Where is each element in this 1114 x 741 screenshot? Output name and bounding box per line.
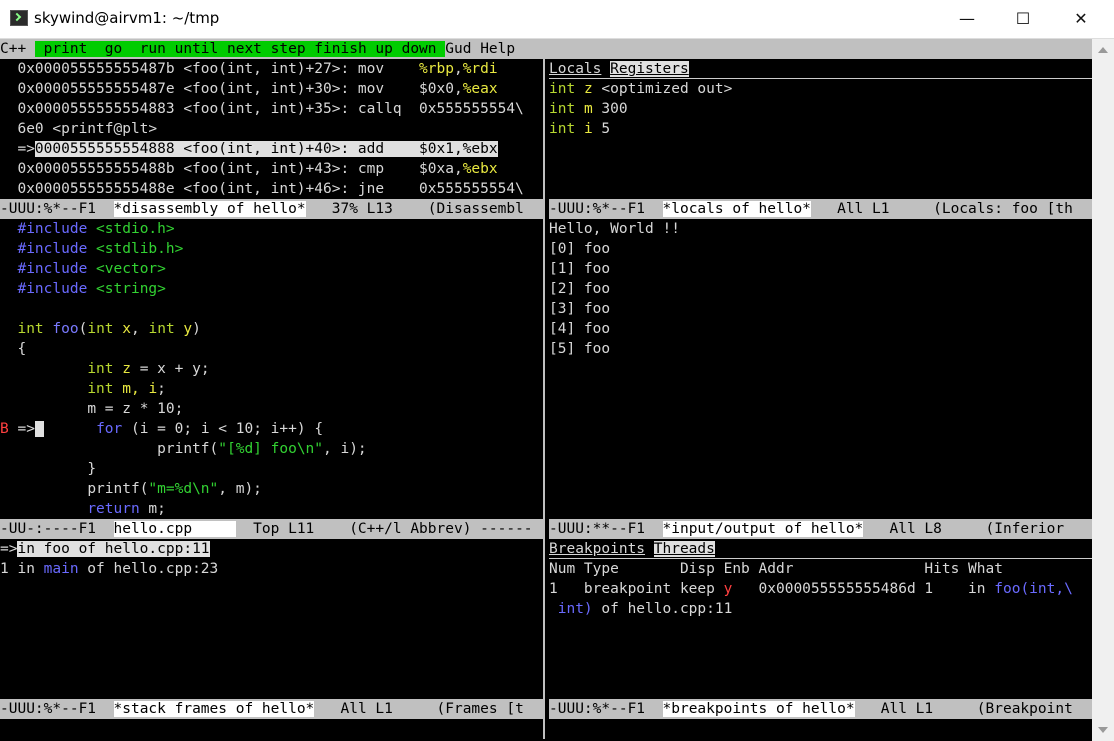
io-modeline: -UUU:**--F1 *input/output of hello* All … [549,519,1092,539]
source-line: } [87,461,97,477]
vertical-divider[interactable] [543,59,545,739]
terminal-area[interactable]: C++ print go run until next step finish … [0,39,1092,741]
frame-row[interactable]: =>in foo of hello.cpp:11 [0,539,543,559]
io-line: [2] foo [549,281,611,297]
minimize-button[interactable]: — [944,0,990,38]
tab-threads[interactable]: Threads [653,541,715,557]
source-current-line: B => for (i = 0; i < 10; i++) { [0,421,324,437]
frames-modeline: -UUU:%*--F1 *stack frames of hello* All … [0,699,543,719]
disasm-line: 0x000055555555488b <foo(int, int)+43>: c… [0,161,498,177]
source-line [0,299,543,319]
source-line: #include <stdio.h> [17,221,175,237]
window-title: skywind@airvm1: ~/tmp [34,9,220,27]
io-line: [1] foo [549,261,611,277]
current-line-arrow: => [8,421,35,437]
source-line: int m, i; [87,381,166,397]
close-button[interactable]: ✕ [1058,0,1104,38]
source-line: return m; [87,501,166,517]
tab-breakpoints[interactable]: Breakpoints [549,541,645,557]
frame-row[interactable]: 1 in main of hello.cpp:23 [0,559,543,579]
source-line: #include <stdlib.h> [17,241,184,257]
tab-registers[interactable]: Registers [610,61,689,77]
io-line: [5] foo [549,341,611,357]
breakpoints-modeline: -UUU:%*--F1 *breakpoints of hello* All L… [549,699,1092,719]
local-var-row: int i 5 [549,121,611,137]
emacs-menubar: C++ print go run until next step finish … [0,39,1092,59]
tab-locals[interactable]: Locals [549,61,601,77]
terminal-app-icon [10,10,28,26]
source-line: { [17,341,27,357]
local-var-row: int z <optimized out> [549,81,733,97]
source-line: printf("[%d] foo\n", i); [157,441,367,457]
source-line: int foo(int x, int y) [17,321,201,337]
gud-toolbar[interactable]: print go run until next step finish up d… [34,41,446,57]
source-line: #include <vector> [17,261,166,277]
title-bar: skywind@airvm1: ~/tmp — ☐ ✕ [0,0,1114,39]
text-cursor [34,421,44,437]
menu-lang[interactable]: C++ [0,41,26,57]
stack-frames-pane[interactable]: =>in foo of hello.cpp:11 1 in main of he… [0,539,543,699]
disassembly-modeline: -UUU:%*--F1 *disassembly of hello* 37% L… [0,199,543,219]
scroll-down-arrow-icon[interactable] [1098,727,1108,733]
locals-modeline: -UUU:%*--F1 *locals of hello* All L1 (Lo… [549,199,1092,219]
source-modeline: -UU-:----F1 hello.cpp Top L11 (C++/l Abb… [0,519,543,539]
source-line: printf("m=%d\n", m); [87,481,262,497]
io-pane[interactable]: Hello, World !! [0] foo [1] foo [2] foo … [549,219,1092,519]
disasm-current-line: =>0000555555554888 <foo(int, int)+40>: a… [0,141,498,157]
source-line: #include <string> [17,281,166,297]
disasm-line: 0x000055555555487e <foo(int, int)+30>: m… [0,81,498,97]
breakpoints-header: Num Type Disp Enb Addr Hits What [549,561,1003,577]
disasm-line: 0x000055555555487b <foo(int, int)+27>: m… [0,61,498,77]
breakpoints-pane[interactable]: Breakpoints Threads Num Type Disp Enb Ad… [549,539,1092,699]
menu-gud[interactable]: Gud [445,41,471,57]
breakpoints-tabs: Breakpoints Threads [549,539,1092,559]
io-line: [0] foo [549,241,611,257]
maximize-button[interactable]: ☐ [1000,0,1046,38]
scrollbar[interactable] [1092,39,1114,741]
terminal-window: skywind@airvm1: ~/tmp — ☐ ✕ C++ print go… [0,0,1114,741]
io-line: [4] foo [549,321,611,337]
disasm-line: 0x0000555555554883 <foo(int, int)+35>: c… [0,101,524,117]
locals-tabs: Locals Registers [549,59,1092,79]
source-pane[interactable]: #include <stdio.h> #include <stdlib.h> #… [0,219,543,519]
io-line: [3] foo [549,301,611,317]
disassembly-pane[interactable]: 0x000055555555487b <foo(int, int)+27>: m… [0,59,543,199]
locals-pane[interactable]: Locals Registers int z <optimized out> i… [549,59,1092,199]
disasm-line: 6e0 <printf@plt> [0,121,158,137]
local-var-row: int m 300 [549,101,628,117]
source-line: m = z * 10; [87,401,184,417]
menu-help[interactable]: Help [480,41,515,57]
breakpoint-row[interactable]: 1 breakpoint keep y 0x000055555555486d 1… [549,579,1092,599]
source-line: int z = x + y; [87,361,210,377]
breakpoint-marker[interactable]: B [0,421,9,437]
scroll-up-arrow-icon[interactable] [1098,47,1108,53]
io-line: Hello, World !! [549,221,680,237]
breakpoint-row-cont: int) of hello.cpp:11 [549,601,733,617]
disasm-line: 0x000055555555488e <foo(int, int)+46>: j… [0,181,524,197]
